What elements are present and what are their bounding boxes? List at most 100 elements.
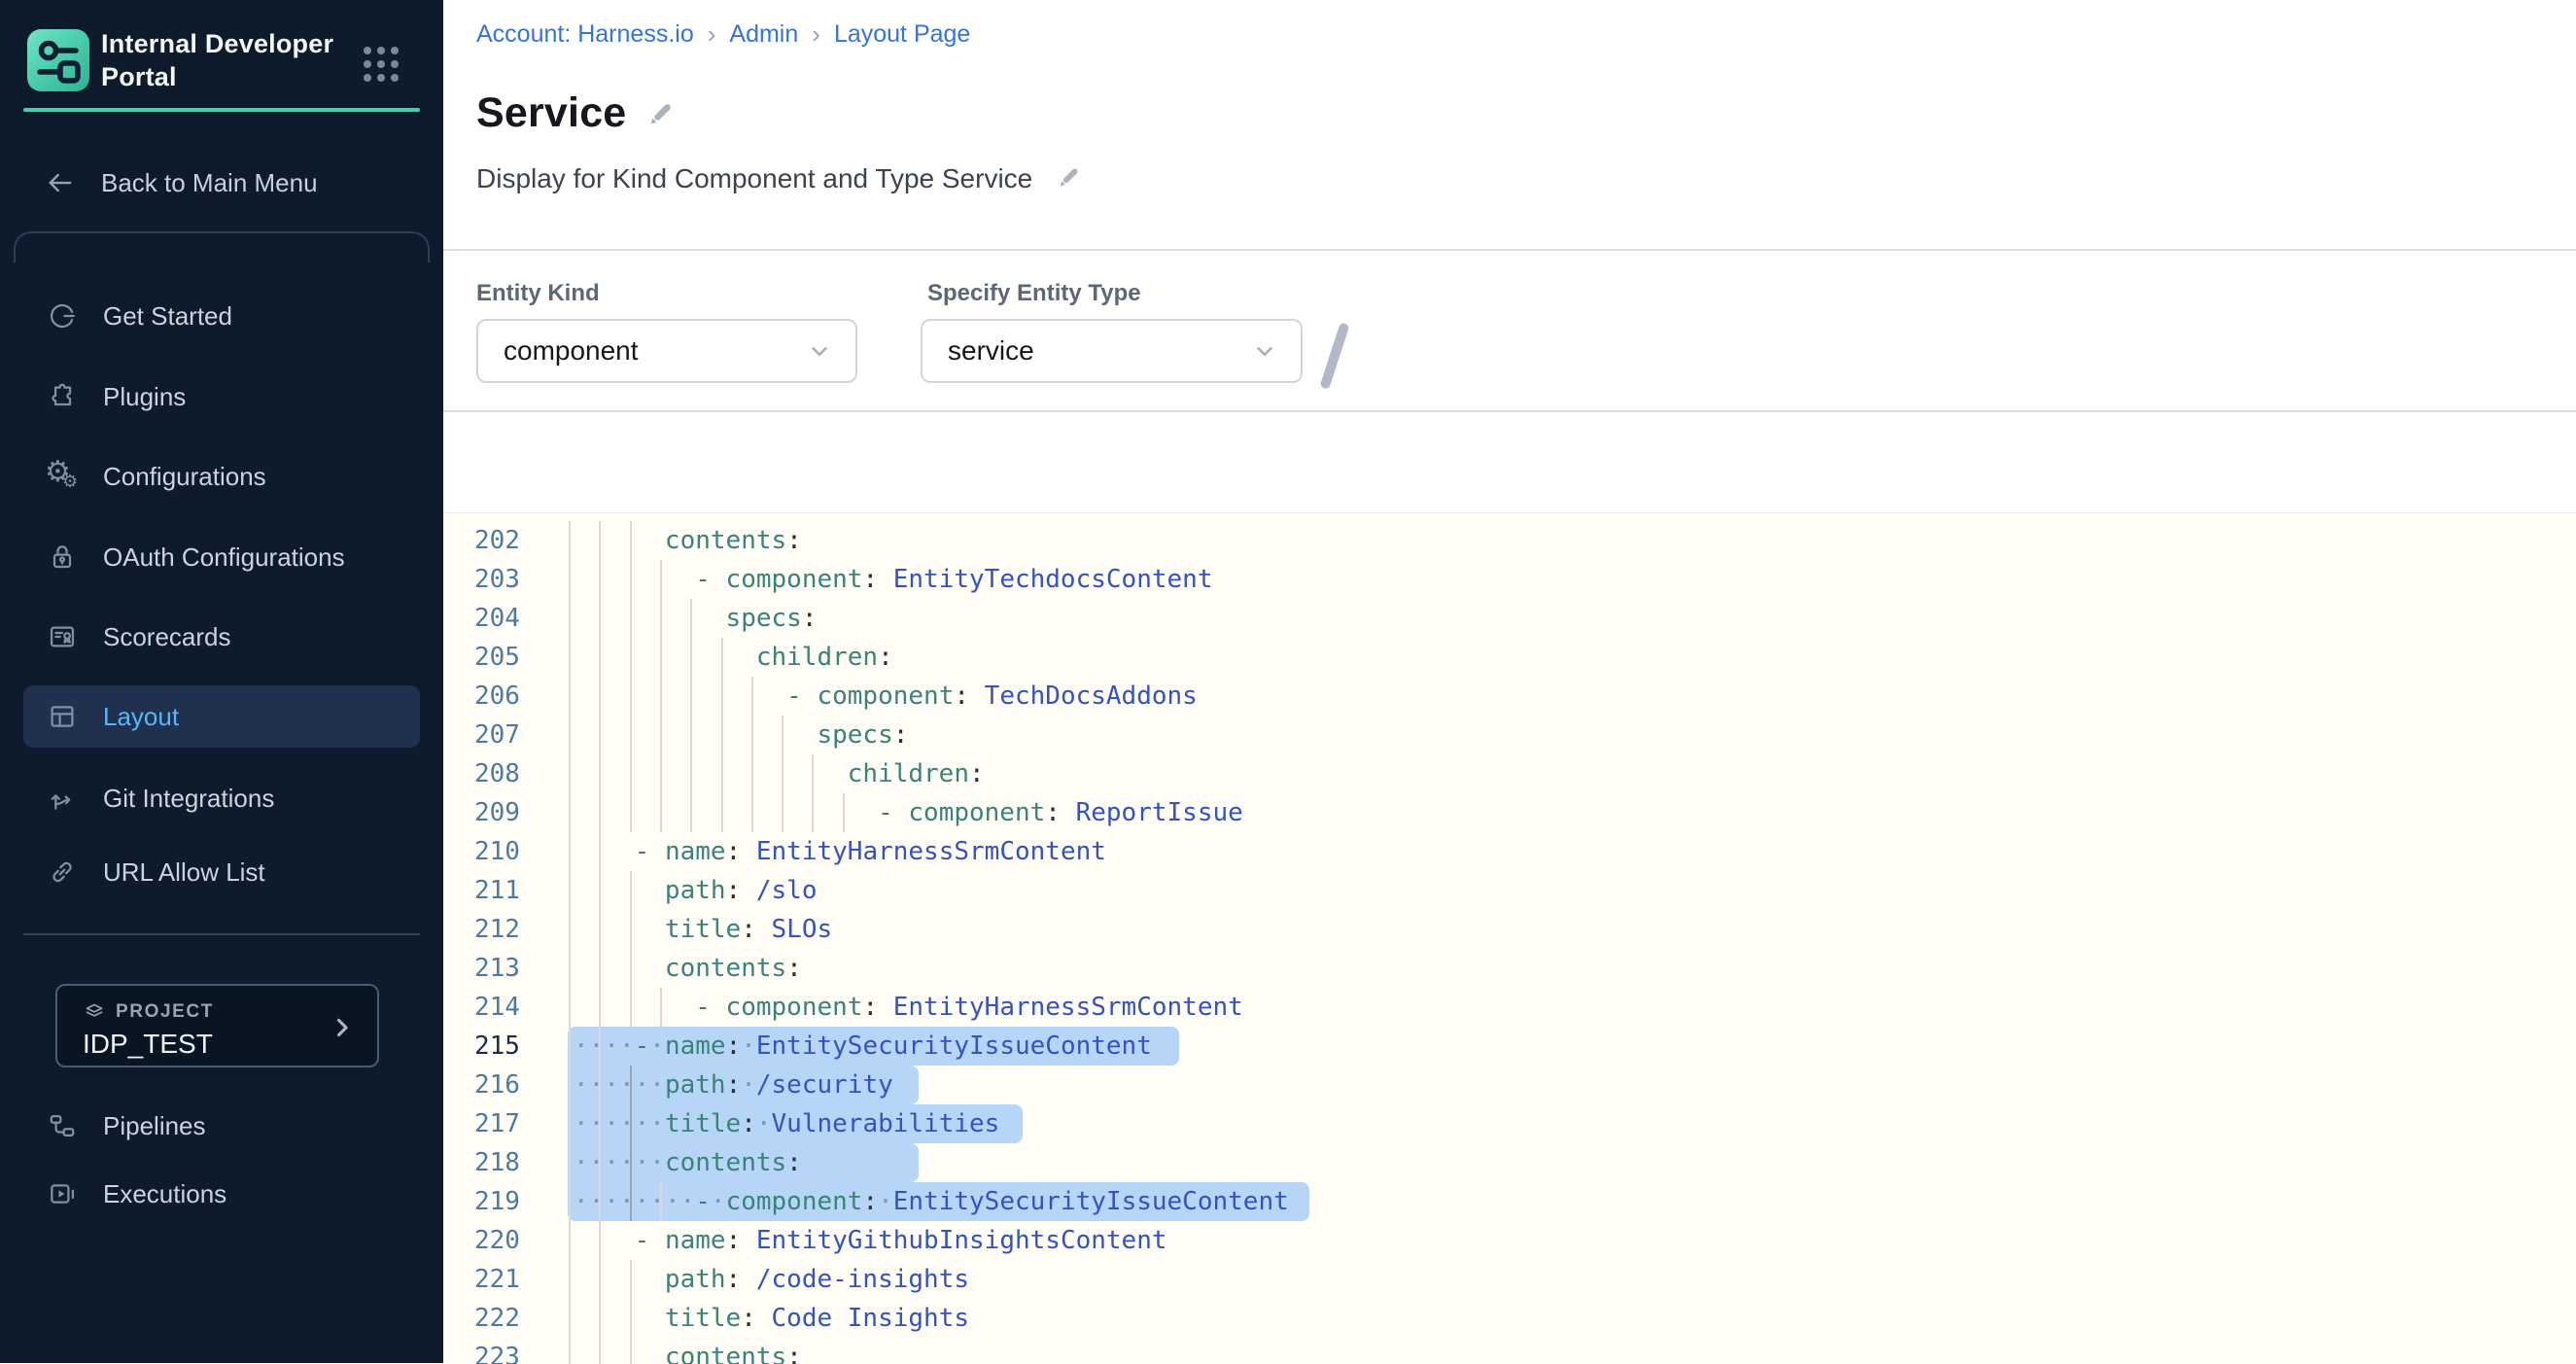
line-number: 210: [474, 832, 537, 871]
app-grid-icon[interactable]: [360, 43, 399, 82]
sidebar-item-label: Executions: [103, 1179, 226, 1209]
code-line-203[interactable]: 203 - component: EntityTechdocsContent: [443, 560, 2576, 599]
code-text: - component: EntityTechdocsContent: [574, 560, 1212, 599]
indent-guide: [569, 560, 571, 599]
sidebar-item-label: URL Allow List: [103, 857, 265, 888]
line-number: 206: [474, 677, 537, 716]
edit-subtitle-pencil-icon[interactable]: [1054, 163, 1085, 194]
indent-guide: [569, 949, 571, 988]
line-number: 207: [474, 716, 537, 754]
code-line-221[interactable]: 221 path: /code-insights: [443, 1260, 2576, 1299]
chevron-down-icon: [1252, 338, 1277, 364]
line-number: 203: [474, 560, 537, 599]
code-line-219[interactable]: 219········-·component:·EntitySecurityIs…: [443, 1182, 2576, 1221]
pipelines-icon: [47, 1110, 78, 1141]
sidebar-item-pipelines[interactable]: Pipelines: [23, 1095, 420, 1157]
code-line-213[interactable]: 213 contents:: [443, 949, 2576, 988]
layers-icon: [83, 1000, 106, 1024]
line-number: 215: [474, 1027, 537, 1066]
code-text: ········-·component:·EntitySecurityIssue…: [574, 1182, 1289, 1221]
layout-icon: [47, 701, 78, 732]
breadcrumb-link[interactable]: Account: Harness.io: [476, 20, 694, 49]
project-selector[interactable]: PROJECT IDP_TEST: [55, 984, 379, 1067]
chevron-right-icon: [329, 1014, 356, 1041]
project-name: IDP_TEST: [83, 1029, 213, 1060]
code-line-202[interactable]: 202 contents:: [443, 521, 2576, 560]
line-number: 214: [474, 988, 537, 1027]
sidebar-item-configurations[interactable]: ⚙⚙Configurations: [23, 445, 420, 507]
entity-type-select[interactable]: service: [921, 319, 1303, 383]
code-text: - name: EntityGithubInsightsContent: [574, 1221, 1167, 1260]
code-line-214[interactable]: 214 - component: EntityHarnessSrmContent: [443, 988, 2576, 1027]
indent-guide: [569, 1066, 571, 1104]
line-number: 218: [474, 1143, 537, 1182]
sidebar-item-get-started[interactable]: Get Started: [23, 285, 420, 347]
breadcrumb: Account: Harness.io›Admin›Layout Page: [476, 19, 970, 50]
sidebar-item-oauth-configurations[interactable]: OAuth Configurations: [23, 526, 420, 588]
breadcrumb-link[interactable]: Admin: [729, 20, 798, 49]
code-line-209[interactable]: 209 - component: ReportIssue: [443, 793, 2576, 832]
code-text: path: /slo: [574, 871, 817, 910]
code-line-211[interactable]: 211 path: /slo: [443, 871, 2576, 910]
scorecard-icon: [47, 621, 78, 652]
entity-kind-value: component: [504, 335, 807, 367]
code-text: contents:: [574, 1338, 802, 1364]
code-line-205[interactable]: 205 children:: [443, 638, 2576, 677]
code-line-217[interactable]: 217······title:·Vulnerabilities: [443, 1104, 2576, 1143]
code-line-215[interactable]: 215 ····-·name:·EntitySecurityIssueConten…: [443, 1027, 2576, 1066]
sidebar-divider: [23, 933, 420, 935]
code-line-204[interactable]: 204 specs:: [443, 599, 2576, 638]
page-title: Service: [476, 89, 626, 137]
indent-guide: [569, 910, 571, 949]
back-to-main-menu[interactable]: Back to Main Menu: [39, 161, 408, 204]
link-icon: [47, 857, 78, 888]
sidebar-item-label: Pipelines: [103, 1111, 206, 1141]
app-logo[interactable]: [27, 29, 89, 91]
code-line-207[interactable]: 207 specs:: [443, 716, 2576, 754]
indent-guide: [569, 1260, 571, 1299]
indent-guide: [569, 793, 571, 832]
sidebar-item-label: Layout: [103, 702, 179, 732]
accent-divider: [23, 108, 420, 112]
code-line-210[interactable]: 210 - name: EntityHarnessSrmContent: [443, 832, 2576, 871]
get-started-icon: [47, 300, 78, 332]
code-line-223[interactable]: 223 contents:: [443, 1338, 2576, 1364]
sidebar-item-label: Git Integrations: [103, 784, 274, 814]
breadcrumb-separator-icon: ›: [708, 19, 716, 50]
sidebar-item-layout[interactable]: Layout: [23, 685, 420, 748]
line-number: 223: [474, 1338, 537, 1364]
code-text: specs:: [574, 599, 817, 638]
gears-icon: ⚙⚙: [47, 461, 78, 492]
sidebar-item-label: Scorecards: [103, 622, 231, 652]
code-line-216[interactable]: 216······path:·/security: [443, 1066, 2576, 1104]
code-text: title: Code Insights: [574, 1299, 969, 1338]
main-content: Account: Harness.io›Admin›Layout Page Se…: [443, 0, 2576, 1363]
sidebar-item-label: OAuth Configurations: [103, 542, 345, 573]
git-branch-icon: [47, 783, 78, 814]
code-line-220[interactable]: 220 - name: EntityGithubInsightsContent: [443, 1221, 2576, 1260]
code-text: children:: [574, 638, 893, 677]
entity-kind-label: Entity Kind: [476, 280, 600, 307]
line-number: 212: [474, 910, 537, 949]
entity-kind-select[interactable]: component: [476, 319, 857, 383]
sidebar-item-executions[interactable]: Executions: [23, 1163, 420, 1225]
code-line-206[interactable]: 206 - component: TechDocsAddons: [443, 677, 2576, 716]
indent-guide: [569, 988, 571, 1027]
sidebar-item-scorecards[interactable]: Scorecards: [23, 606, 420, 668]
code-text: ····-·name:·EntitySecurityIssueContent: [574, 1027, 1152, 1066]
line-number: 216: [474, 1066, 537, 1104]
line-number: 202: [474, 521, 537, 560]
breadcrumb-link[interactable]: Layout Page: [834, 20, 970, 49]
code-line-222[interactable]: 222 title: Code Insights: [443, 1299, 2576, 1338]
code-line-212[interactable]: 212 title: SLOs: [443, 910, 2576, 949]
sidebar-item-url-allow-list[interactable]: URL Allow List: [23, 841, 420, 903]
indent-guide: [569, 1299, 571, 1338]
yaml-code-editor[interactable]: 202 contents:203 - component: EntityTech…: [443, 512, 2576, 1364]
indent-guide: [569, 1338, 571, 1364]
sidebar-item-git-integrations[interactable]: Git Integrations: [23, 767, 420, 829]
sidebar-item-plugins[interactable]: Plugins: [23, 366, 420, 428]
indent-guide: [569, 1104, 571, 1143]
code-line-208[interactable]: 208 children:: [443, 754, 2576, 793]
code-line-218[interactable]: 218······contents:: [443, 1143, 2576, 1182]
edit-title-pencil-icon[interactable]: [644, 98, 675, 129]
